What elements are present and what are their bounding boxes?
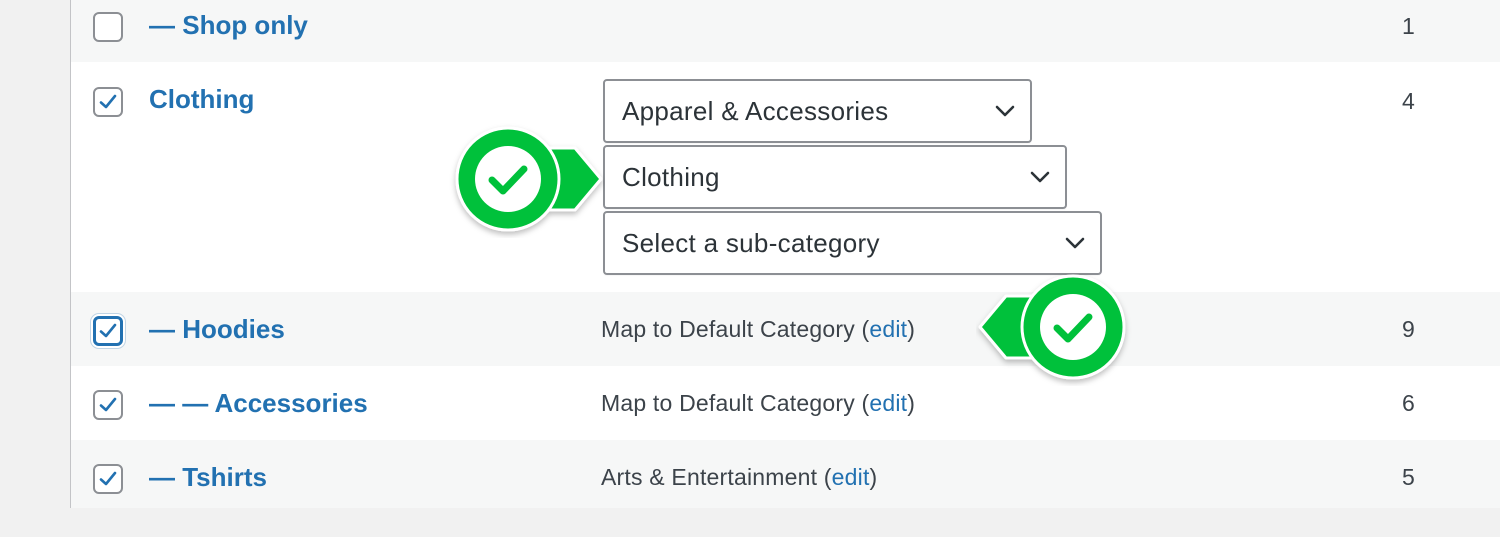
category-mapping: Map to Default Category (edit) (601, 390, 916, 416)
select-value: Apparel & Accessories (622, 95, 889, 126)
google-category-select-level-1[interactable]: Apparel & Accessories (603, 79, 1032, 143)
google-category-select-level-3[interactable]: Select a sub-category (603, 211, 1102, 275)
table-row: Clothing 4 Apparel & Accessories Clothin… (71, 62, 1500, 292)
row-checkbox[interactable] (93, 12, 123, 42)
product-count: 4 (1402, 88, 1415, 114)
category-name-link[interactable]: — — Accessories (149, 388, 368, 419)
select-value: Select a sub-category (622, 227, 880, 258)
edit-mapping-link[interactable]: edit (869, 316, 907, 342)
row-checkbox[interactable] (93, 464, 123, 494)
green-checkmark-badge-icon (978, 274, 1126, 380)
mapping-text: Arts & Entertainment (601, 464, 818, 490)
category-name-link[interactable]: — Tshirts (149, 462, 267, 493)
table-row: — Tshirts Arts & Entertainment (edit) 5 (71, 440, 1500, 508)
category-mapping-table: — Shop only 1 Clothing 4 Apparel & Acces… (70, 0, 1500, 508)
product-count: 9 (1402, 316, 1415, 342)
category-name-link[interactable]: Clothing (149, 84, 254, 115)
product-count: 6 (1402, 390, 1415, 416)
checkbox-checked-icon (99, 94, 117, 109)
chevron-down-icon (1065, 237, 1085, 249)
category-name-link[interactable]: — Shop only (149, 10, 308, 41)
checkbox-checked-icon (99, 397, 117, 412)
product-count: 1 (1402, 13, 1415, 39)
product-count: 5 (1402, 464, 1415, 490)
category-mapping: Arts & Entertainment (edit) (601, 464, 878, 490)
table-row: — Hoodies Map to Default Category (edit)… (71, 292, 1500, 366)
category-mapping: Map to Default Category (edit) (601, 316, 916, 342)
chevron-down-icon (995, 105, 1015, 117)
edit-mapping-link[interactable]: edit (832, 464, 870, 490)
green-checkmark-badge-icon (455, 126, 603, 232)
mapping-text: Map to Default Category (601, 316, 855, 342)
category-name-link[interactable]: — Hoodies (149, 314, 285, 345)
row-checkbox[interactable] (93, 87, 123, 117)
select-value: Clothing (622, 161, 720, 192)
checkbox-checked-icon (99, 471, 117, 486)
checkbox-checked-icon (99, 323, 117, 338)
table-row: — Shop only 1 (71, 0, 1500, 62)
row-checkbox[interactable] (93, 316, 123, 346)
mapping-text: Map to Default Category (601, 390, 855, 416)
google-category-select-level-2[interactable]: Clothing (603, 145, 1067, 209)
row-checkbox[interactable] (93, 390, 123, 420)
table-row: — — Accessories Map to Default Category … (71, 366, 1500, 440)
chevron-down-icon (1030, 171, 1050, 183)
edit-mapping-link[interactable]: edit (869, 390, 907, 416)
